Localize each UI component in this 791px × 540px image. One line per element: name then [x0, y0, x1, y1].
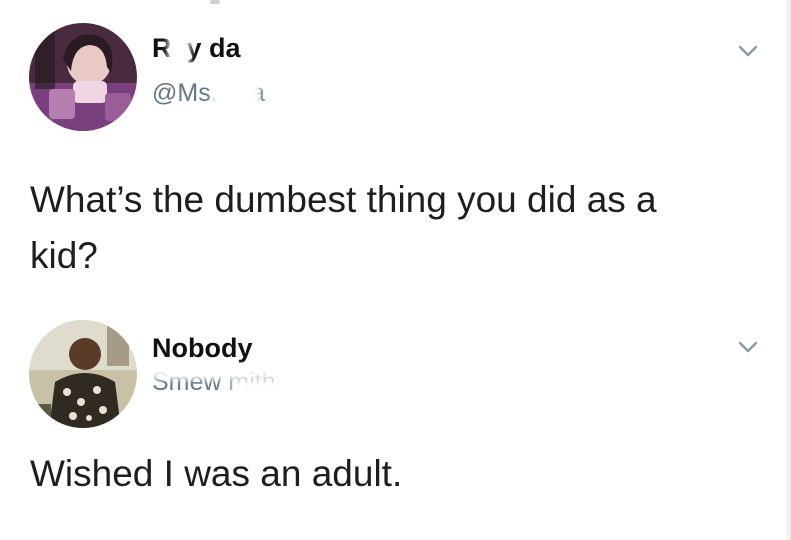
- avatar-photo-icon: [29, 23, 137, 131]
- page-edge-shadow: [785, 0, 791, 540]
- redaction-smudge: [220, 112, 410, 130]
- display-name[interactable]: Rey da: [152, 33, 241, 64]
- tweet-text: What’s the dumbest thing you did as a ki…: [30, 179, 657, 276]
- redaction-smudge: [230, 404, 430, 418]
- display-name[interactable]: Nobody: [152, 333, 253, 364]
- avatar-photo-icon: [29, 320, 137, 428]
- avatar[interactable]: [29, 23, 137, 131]
- redaction-smudge: [212, 80, 260, 110]
- redaction-smudge: [168, 34, 190, 66]
- screenshot: Rey da @Ms. vua What’s the dumbest thing…: [0, 0, 791, 540]
- tweet-text: Wished I was an adult.: [30, 453, 403, 494]
- tweet-reply[interactable]: Nobody Smew mith Wished I was an adult.: [0, 300, 791, 540]
- tweet-question[interactable]: Rey da @Ms. vua What’s the dumbest thing…: [0, 0, 791, 300]
- redaction-smudge: [232, 380, 302, 404]
- chevron-down-icon[interactable]: [737, 40, 759, 62]
- redaction-smudge: [150, 366, 410, 380]
- chevron-down-icon[interactable]: [737, 336, 759, 358]
- avatar[interactable]: [29, 320, 137, 428]
